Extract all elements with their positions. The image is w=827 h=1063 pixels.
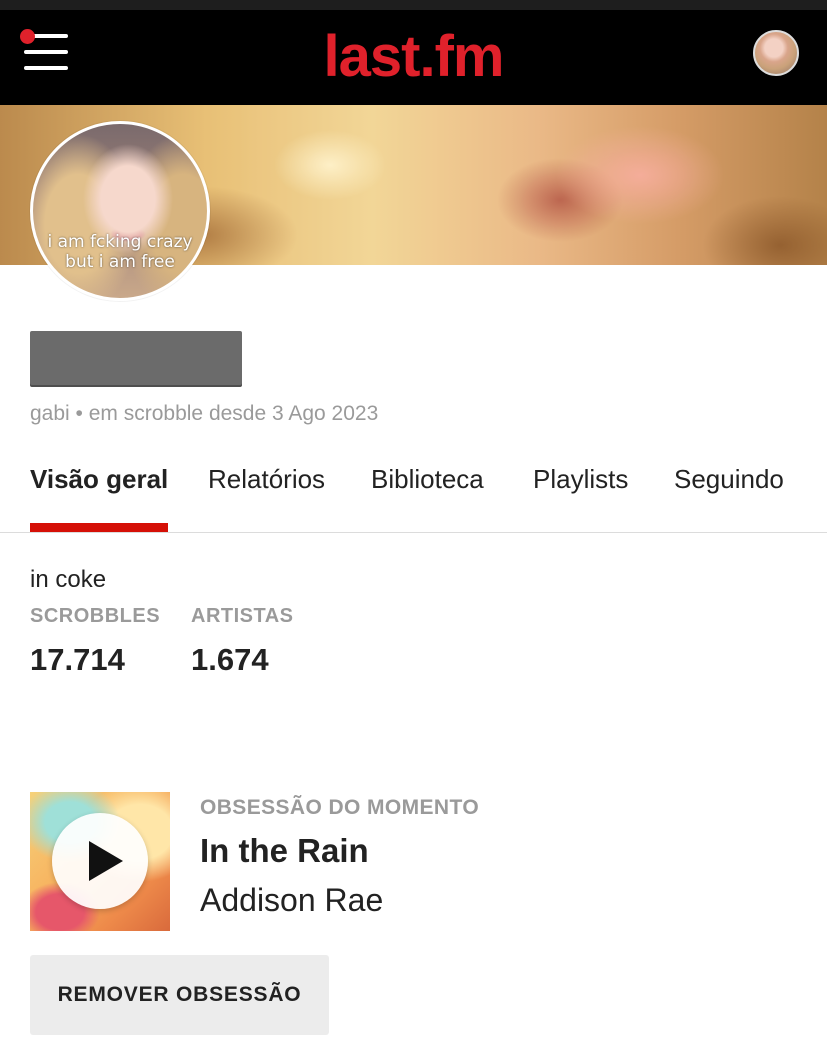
profile-bio: in coke [30,566,107,593]
scrobbles-label: SCROBBLES [30,605,161,627]
user-avatar-button[interactable] [753,30,799,76]
scrobbles-count[interactable]: 17.714 [30,642,125,678]
tab-library[interactable]: Biblioteca [371,464,484,495]
obsession-artist-name[interactable]: Addison Rae [200,882,383,919]
tab-reports[interactable]: Relatórios [208,464,325,495]
play-button[interactable] [52,813,148,909]
profile-subline: gabi • em scrobble desde 3 Ago 2023 [30,402,379,425]
obsession-album-art[interactable] [30,792,170,931]
profile-avatar[interactable]: i am fcking crazy but i am free [30,121,210,301]
active-tab-indicator [30,523,168,532]
lastfm-logo[interactable]: last.fm [0,24,827,90]
artists-label: ARTISTAS [191,605,294,627]
obsession-track-title[interactable]: In the Rain [200,832,369,870]
tab-following[interactable]: Seguindo [674,464,784,495]
artists-count[interactable]: 1.674 [191,642,269,678]
avatar-caption-line: but i am free [65,252,175,272]
top-navigation-bar: last.fm [0,10,827,105]
tab-playlists[interactable]: Playlists [533,464,628,495]
status-strip [0,0,827,10]
tab-overview[interactable]: Visão geral [30,464,168,495]
redacted-username [30,331,242,385]
play-icon [89,841,123,881]
remove-obsession-button[interactable]: REMOVER OBSESSÃO [30,955,329,1035]
obsession-label: OBSESSÃO DO MOMENTO [200,796,480,819]
profile-tabs: Visão geral Relatórios Biblioteca Playli… [0,450,827,533]
avatar-caption-line: i am fcking crazy [47,232,193,252]
